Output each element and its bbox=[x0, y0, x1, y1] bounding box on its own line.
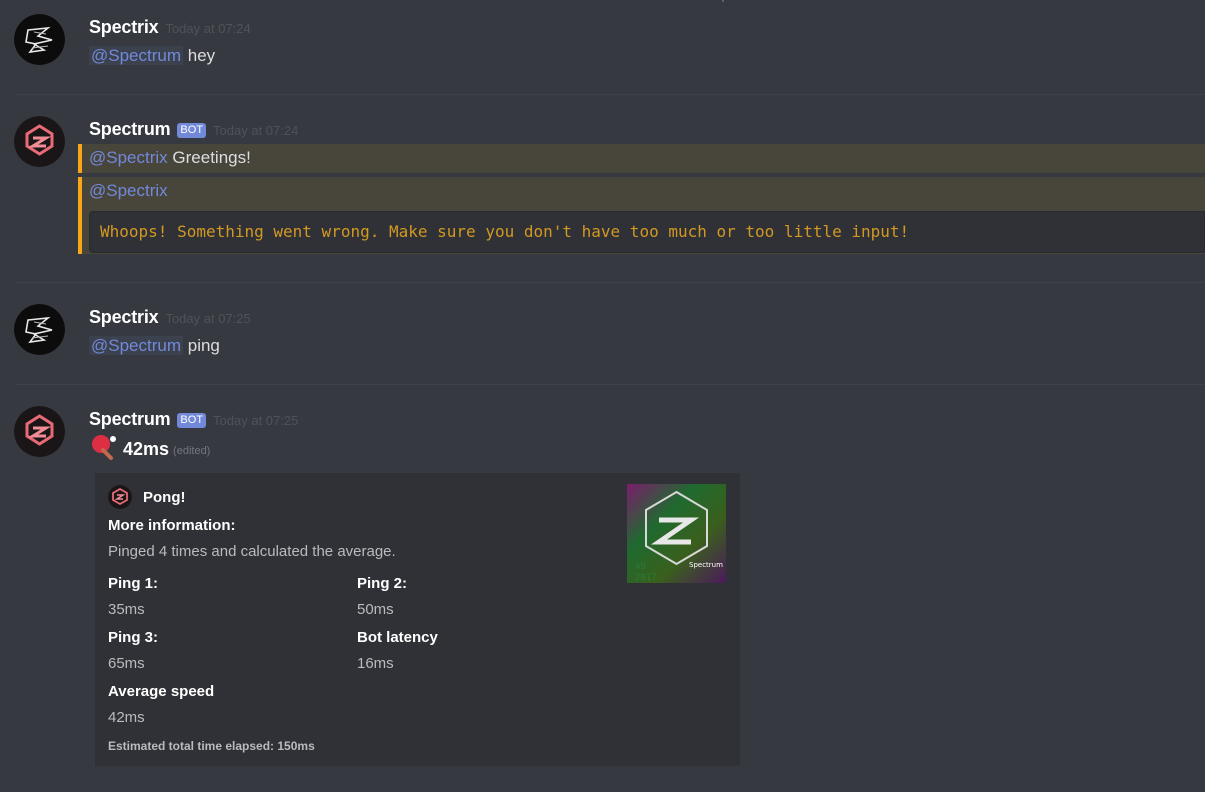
message-content: @Spectrum ping bbox=[89, 336, 220, 356]
embed-field-value: 42ms bbox=[108, 709, 145, 726]
avatar[interactable] bbox=[14, 116, 65, 167]
message-divider bbox=[16, 94, 1205, 95]
svg-text:49: 49 bbox=[635, 562, 646, 572]
username[interactable]: Spectrum bbox=[89, 119, 171, 140]
username[interactable]: Spectrum bbox=[89, 409, 171, 430]
embed-author-icon bbox=[108, 485, 132, 509]
timestamp: Today at 07:24 bbox=[165, 21, 251, 36]
message-header: Spectrix Today at 07:25 bbox=[89, 307, 251, 331]
embed-description: Pinged 4 times and calculated the averag… bbox=[108, 543, 396, 560]
embed-author: Pong! bbox=[108, 485, 186, 509]
message-content: @Spectrix Greetings! bbox=[89, 148, 251, 168]
embed-field-value: 50ms bbox=[357, 601, 394, 618]
username[interactable]: Spectrix bbox=[89, 17, 159, 38]
edited-marker: (edited) bbox=[173, 445, 211, 457]
message-header: Spectrum BOT Today at 07:25 bbox=[89, 409, 298, 433]
bot-tag: BOT bbox=[177, 123, 207, 138]
embed-field-name: Ping 2: bbox=[357, 575, 408, 592]
message-content: @Spectrix bbox=[89, 181, 168, 201]
svg-text:2017: 2017 bbox=[635, 573, 657, 583]
embed-field-value: 16ms bbox=[357, 655, 394, 672]
message-content: @Spectrum hey bbox=[89, 46, 215, 66]
username[interactable]: Spectrix bbox=[89, 307, 159, 328]
embed-field-value: 35ms bbox=[108, 601, 145, 618]
message-text: ping bbox=[187, 336, 220, 355]
embed-field-name: Average speed bbox=[108, 683, 215, 700]
avatar[interactable] bbox=[14, 304, 65, 355]
embed-thumbnail[interactable]: Spectrum 49 2017 bbox=[627, 484, 726, 583]
embed-field-name: Bot latency bbox=[357, 629, 438, 646]
code-block: Whoops! Something went wrong. Make sure … bbox=[89, 211, 1205, 253]
user-mention[interactable]: @Spectrix bbox=[89, 181, 168, 200]
embed-description-title: More information: bbox=[108, 517, 236, 534]
scroll-indicator bbox=[722, 0, 724, 2]
message-divider bbox=[16, 384, 1205, 385]
bot-tag: BOT bbox=[177, 413, 207, 428]
embed-footer: Estimated total time elapsed: 150ms bbox=[108, 739, 315, 753]
ping-pong-icon bbox=[89, 433, 117, 466]
timestamp: Today at 07:25 bbox=[165, 311, 251, 326]
chat-area: Spectrix Today at 07:24 @Spectrum hey Sp… bbox=[0, 0, 1205, 792]
message-header: Spectrum BOT Today at 07:24 bbox=[89, 119, 298, 143]
user-mention[interactable]: @Spectrum bbox=[89, 336, 184, 355]
embed: Pong! Spectrum 49 2017 More information:… bbox=[95, 473, 740, 766]
embed-field-name: Ping 3: bbox=[108, 629, 159, 646]
avatar[interactable] bbox=[14, 14, 65, 65]
timestamp: Today at 07:24 bbox=[213, 123, 299, 138]
message-text: hey bbox=[187, 46, 216, 65]
thumbnail-brand-text: Spectrum bbox=[689, 561, 723, 569]
message-divider bbox=[16, 282, 1205, 283]
user-mention[interactable]: @Spectrix bbox=[89, 148, 168, 167]
message-content: 42ms (edited) bbox=[89, 433, 211, 466]
embed-field-name: Ping 1: bbox=[108, 575, 159, 592]
message-text: Greetings! bbox=[172, 148, 251, 167]
timestamp: Today at 07:25 bbox=[213, 413, 299, 428]
message-header: Spectrix Today at 07:24 bbox=[89, 17, 251, 41]
embed-author-name: Pong! bbox=[143, 488, 186, 506]
embed-field-value: 65ms bbox=[108, 655, 145, 672]
user-mention[interactable]: @Spectrum bbox=[89, 46, 184, 65]
latency-text: 42ms bbox=[123, 438, 170, 459]
avatar[interactable] bbox=[14, 406, 65, 457]
